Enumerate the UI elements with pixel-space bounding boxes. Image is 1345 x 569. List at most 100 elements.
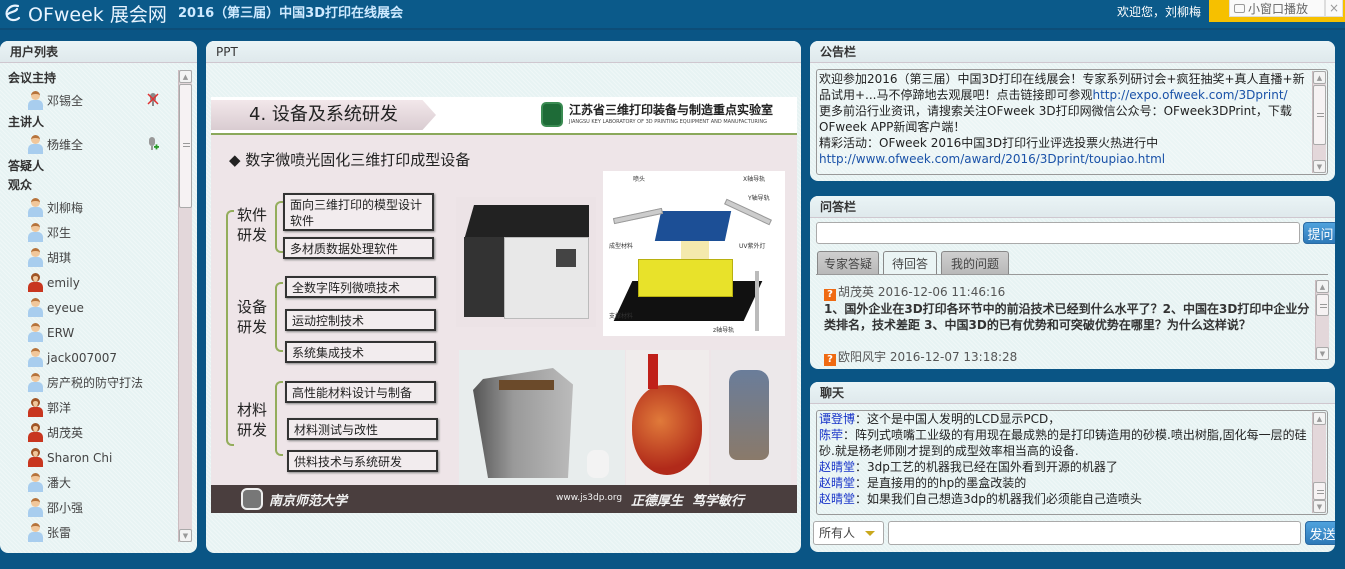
diagram-label: z轴导轨: [713, 327, 735, 334]
lab-name: 江苏省三维打印装备与制造重点实验室: [569, 103, 774, 117]
heart-model-image: [626, 350, 709, 485]
ask-button[interactable]: 提问: [1303, 222, 1335, 244]
footer-motto: 正德厚生 笃学敏行: [631, 494, 745, 509]
diagram-label: X轴导轨: [743, 176, 766, 183]
user-name: 邵小强: [47, 501, 84, 515]
ofweek-logo[interactable]: OFweek 展会网: [4, 1, 167, 26]
user-item[interactable]: ERW: [0, 320, 178, 345]
user-item[interactable]: Sharon Chi: [0, 445, 178, 470]
chevron-down-icon: [865, 531, 875, 536]
scroll-thumb[interactable]: [179, 84, 192, 208]
category-material: 材料研发: [237, 401, 268, 439]
question-item[interactable]: ? 欧阳风宇 2016-12-07 13:18:28: [824, 349, 1314, 366]
chat-username[interactable]: 赵晴堂: [819, 460, 855, 474]
question-icon: ?: [824, 354, 836, 366]
chat-message: 赵晴堂：3dp工艺的机器我已经在国外看到开源的机器了: [819, 459, 1309, 475]
lab-name-en: JIANGSU KEY LABORATORY OF 3D PRINTING EQ…: [569, 119, 767, 125]
scroll-up-icon[interactable]: ▲: [1316, 280, 1329, 293]
female-avatar-icon: [27, 423, 44, 442]
slide-box: 多材质数据处理软件: [283, 237, 434, 259]
male-avatar-icon: [27, 298, 44, 317]
tab-my-questions[interactable]: 我的问题: [941, 251, 1009, 274]
lab-logo-icon: [541, 102, 563, 127]
user-item[interactable]: eyeue: [0, 295, 178, 320]
brace-software: [275, 201, 283, 253]
scroll-down-icon[interactable]: ▼: [1313, 160, 1326, 173]
user-item[interactable]: 胡茂英: [0, 420, 178, 445]
chat-username[interactable]: 陈荦: [819, 428, 843, 442]
mic-muted-icon[interactable]: [147, 92, 159, 108]
announcement-content: 欢迎参加2016（第三届）中国3D打印在线展会！专家系列研讨会+疯狂抽奖+真人直…: [816, 69, 1328, 175]
chat-username[interactable]: 谭登博: [819, 412, 855, 426]
user-list-scrollbar[interactable]: ▲ ▼: [178, 70, 192, 542]
category-software: 软件研发: [237, 206, 268, 244]
user-item[interactable]: 邵小强: [0, 495, 178, 520]
tab-pending[interactable]: 待回答: [883, 251, 937, 275]
slide-box: 面向三维打印的模型设计软件: [283, 193, 434, 231]
logo-icon: [4, 3, 22, 23]
user-item[interactable]: 刘柳梅: [0, 195, 178, 220]
scroll-down-icon[interactable]: ▼: [1316, 347, 1329, 360]
mini-window-label: 小窗口播放: [1248, 1, 1309, 16]
scroll-down-icon[interactable]: ▼: [179, 529, 192, 542]
scroll-up-icon[interactable]: ▲: [179, 70, 192, 83]
scroll-thumb[interactable]: [1313, 85, 1326, 145]
male-avatar-icon: [27, 198, 44, 217]
scroll-up-icon[interactable]: ▲: [1313, 412, 1326, 425]
user-name: 张雷: [47, 526, 72, 540]
chat-message: 谭登博：这个是中国人发明的LCD显示PCD，: [819, 411, 1309, 427]
mini-window-bar: 小窗口播放 ×: [1209, 0, 1345, 22]
announcement-scrollbar[interactable]: ▲ ▼: [1312, 71, 1326, 173]
male-avatar-icon: [27, 498, 44, 517]
user-name: 邓锡全: [47, 94, 84, 108]
user-item[interactable]: 胡琪: [0, 245, 178, 270]
question-item[interactable]: ? 胡茂英 2016-12-06 11:46:16 1、国外企业在3D打印各环节中…: [824, 284, 1314, 333]
user-item[interactable]: 潘大: [0, 470, 178, 495]
qa-scrollbar[interactable]: ▲ ▼: [1315, 280, 1329, 360]
chat-input[interactable]: [888, 521, 1301, 545]
mic-add-icon[interactable]: [147, 136, 159, 152]
user-item[interactable]: 邓锡全: [0, 88, 178, 113]
group-audience: 观众: [8, 178, 33, 192]
tab-expert-answers[interactable]: 专家答疑: [817, 251, 879, 274]
user-item[interactable]: 张雷: [0, 520, 178, 545]
user-item[interactable]: emily: [0, 270, 178, 295]
chat-username[interactable]: 赵晴堂: [819, 492, 855, 506]
male-avatar-icon: [27, 348, 44, 367]
user-name: 胡茂英: [47, 426, 84, 440]
send-button[interactable]: 发送: [1305, 521, 1335, 545]
chat-scrollbar[interactable]: ▲ ▼: [1312, 412, 1326, 513]
slide-box: 全数字阵列微喷技术: [285, 276, 436, 298]
chat-colon: ：: [843, 428, 856, 442]
female-avatar-icon: [27, 398, 44, 417]
user-name: 潘大: [47, 476, 72, 490]
printer-image: [456, 197, 596, 327]
chat-colon: ：: [855, 460, 868, 474]
expo-link[interactable]: http://expo.ofweek.com/3Dprint/: [1093, 88, 1288, 102]
question-text: 1、国外企业在3D打印各环节中的前沿技术已经到什么水平了？2、中国在3D打印中企…: [824, 302, 1310, 332]
male-avatar-icon: [27, 373, 44, 392]
scroll-thumb[interactable]: [1313, 482, 1326, 500]
user-item[interactable]: 邓生: [0, 220, 178, 245]
user-name: 杨维全: [47, 138, 84, 152]
user-item[interactable]: 房产税的防守打法: [0, 370, 178, 395]
user-item[interactable]: 郭洋: [0, 395, 178, 420]
recipient-value: 所有人: [819, 526, 856, 540]
diagram-label: Y轴导轨: [748, 195, 770, 202]
chat-username[interactable]: 赵晴堂: [819, 476, 855, 490]
user-name: 邓生: [47, 226, 72, 240]
chat-text: 是直接用的的hp的墨盒改装的: [867, 476, 1027, 490]
close-icon[interactable]: ×: [1325, 0, 1343, 17]
user-name: Sharon Chi: [47, 450, 113, 465]
question-input[interactable]: [816, 222, 1300, 244]
recipient-select[interactable]: 所有人: [813, 521, 884, 545]
scroll-down-icon[interactable]: ▼: [1313, 500, 1326, 513]
user-item[interactable]: 杨维全: [0, 132, 178, 157]
user-item[interactable]: jack007007: [0, 345, 178, 370]
scroll-up-icon[interactable]: ▲: [1313, 71, 1326, 84]
user-list-panel: 用户列表 会议主持 邓锡全 主讲人 杨维全 答疑人 观众 刘柳梅 邓生 胡琪 emil…: [0, 41, 197, 553]
scroll-thumb[interactable]: [1316, 294, 1329, 316]
welcome-text: 欢迎您，刘柳梅: [1117, 5, 1202, 19]
mini-window-button[interactable]: 小窗口播放: [1229, 0, 1325, 17]
vote-link[interactable]: http://www.ofweek.com/award/2016/3Dprint…: [819, 152, 1165, 166]
